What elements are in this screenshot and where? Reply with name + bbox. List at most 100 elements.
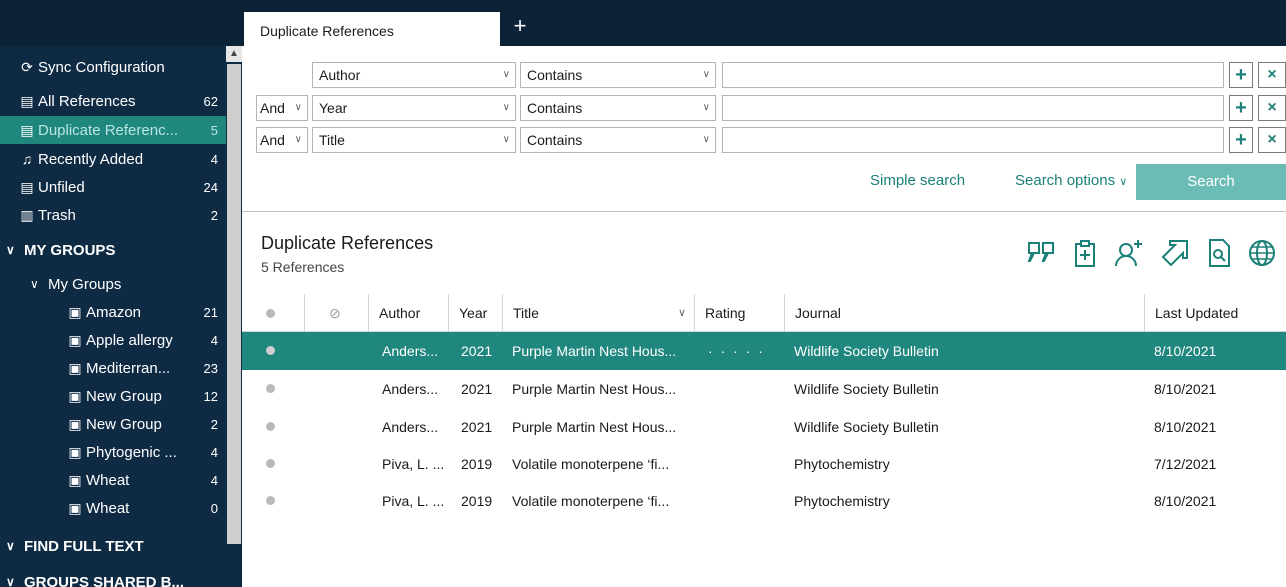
cell-title: Purple Martin Nest Hous... — [512, 381, 677, 397]
read-status-column-icon[interactable] — [266, 309, 275, 318]
remove-row-button[interactable]: × — [1258, 95, 1286, 121]
sidebar-item-duplicate-references[interactable]: ▤ Duplicate Referenc... 5 — [0, 116, 226, 144]
search-operator-value: Contains — [527, 100, 583, 116]
add-row-button[interactable]: + — [1229, 62, 1253, 88]
sidebar-item-recently-added[interactable]: ♫ Recently Added 4 — [0, 145, 226, 173]
smart-group-icon: ▣ — [68, 471, 82, 488]
table-row[interactable]: Anders... 2021 Purple Martin Nest Hous..… — [242, 370, 1286, 408]
search-operator-select[interactable]: Contains ∨ — [520, 95, 716, 121]
globe-icon[interactable] — [1246, 237, 1278, 269]
search-value-input[interactable] — [722, 95, 1224, 121]
search-operator-select[interactable]: Contains ∨ — [520, 62, 716, 88]
cell-rating[interactable] — [708, 482, 788, 520]
tab-duplicate-references[interactable]: Duplicate References — [244, 12, 500, 46]
sidebar-item-sync[interactable]: ⟳ Sync Configuration — [0, 53, 226, 81]
sidebar-scrollbar[interactable]: ▲ — [226, 46, 242, 587]
search-operator-select[interactable]: Contains ∨ — [520, 127, 716, 153]
column-header-last-updated[interactable]: Last Updated — [1144, 294, 1286, 332]
search-value-input[interactable] — [722, 62, 1224, 88]
search-field-select[interactable]: Title ∨ — [312, 127, 516, 153]
share-user-icon[interactable] — [1113, 237, 1145, 269]
sidebar-group-item[interactable]: ▣ Wheat 0 — [0, 494, 226, 522]
cell-year: 2019 — [461, 493, 493, 509]
search-button[interactable]: Search — [1136, 164, 1286, 200]
cell-rating[interactable]: · · · · · — [708, 332, 788, 370]
sidebar-group-item[interactable]: ▣ Apple allergy 4 — [0, 326, 226, 354]
insert-citation-icon[interactable] — [1025, 237, 1057, 269]
search-options-link[interactable]: Search options ∨ — [1015, 172, 1127, 189]
library-icon: ▤ — [20, 92, 34, 109]
sidebar-item-label: Unfiled — [38, 178, 85, 196]
sidebar-item-my-groups[interactable]: ∨ My Groups — [0, 270, 226, 298]
search-field-select[interactable]: Author ∨ — [312, 62, 516, 88]
search-conjunction-select[interactable]: And ∨ — [256, 127, 308, 153]
search-conjunction-value: And — [260, 132, 285, 148]
sidebar-header-my-groups[interactable]: ∨ MY GROUPS — [0, 236, 226, 264]
remove-row-button[interactable]: × — [1258, 62, 1286, 88]
sidebar-group-item[interactable]: ▣ Phytogenic ... 4 — [0, 438, 226, 466]
sidebar-group-item[interactable]: ▣ Mediterran... 23 — [0, 354, 226, 382]
cell-rating[interactable] — [708, 445, 788, 483]
group-icon: ▣ — [68, 359, 82, 376]
sidebar-header-find-full-text[interactable]: ∨ FIND FULL TEXT — [0, 532, 226, 560]
sidebar-item-count: 2 — [210, 207, 218, 223]
sidebar-header-groups-shared[interactable]: ∨ GROUPS SHARED B... — [0, 568, 226, 587]
cell-rating[interactable] — [708, 370, 788, 408]
group-icon: ▣ — [68, 443, 82, 460]
search-row: And ∨ Year ∨ Contains ∨ + × — [242, 95, 1286, 123]
column-header-title[interactable]: Title ∨ — [502, 294, 694, 332]
sidebar-item-trash[interactable]: ▥ Trash 2 — [0, 201, 226, 229]
add-row-button[interactable]: + — [1229, 95, 1253, 121]
column-header-year[interactable]: Year — [448, 294, 502, 332]
sidebar-item-count: 0 — [210, 500, 218, 516]
column-header-title-label: Title — [513, 305, 539, 321]
column-header-rating[interactable]: Rating — [694, 294, 784, 332]
table-row[interactable]: Piva, L. ... 2019 Volatile monoterpene ‘… — [242, 445, 1286, 483]
chevron-down-icon: ∨ — [702, 102, 710, 113]
table-row[interactable]: Anders... 2021 Purple Martin Nest Hous..… — [242, 332, 1286, 370]
search-conjunction-value: And — [260, 100, 285, 116]
chevron-down-icon: ∨ — [6, 243, 15, 257]
column-header-author[interactable]: Author — [368, 294, 448, 332]
add-to-group-icon[interactable] — [1069, 237, 1101, 269]
cell-journal: Wildlife Society Bulletin — [794, 381, 939, 397]
remove-row-button[interactable]: × — [1258, 127, 1286, 153]
search-operator-value: Contains — [527, 67, 583, 83]
chevron-down-icon: ∨ — [502, 102, 510, 113]
scroll-up-arrow-icon[interactable]: ▲ — [226, 46, 242, 62]
add-row-button[interactable]: + — [1229, 127, 1253, 153]
sidebar-group-item[interactable]: ▣ Wheat 4 — [0, 466, 226, 494]
smart-group-icon: ▣ — [68, 499, 82, 516]
cell-title: Volatile monoterpene ‘fi... — [512, 456, 670, 472]
table-row[interactable]: Piva, L. ... 2019 Volatile monoterpene ‘… — [242, 482, 1286, 520]
attachment-column-header[interactable]: ⊘ — [304, 294, 368, 332]
search-value-input[interactable] — [722, 127, 1224, 153]
export-arrow-icon[interactable] — [1159, 237, 1191, 269]
sidebar-group-item[interactable]: ▣ New Group 12 — [0, 382, 226, 410]
chevron-down-icon: ∨ — [1119, 176, 1128, 188]
cell-rating[interactable] — [708, 408, 788, 446]
sidebar-group-item[interactable]: ▣ New Group 2 — [0, 410, 226, 438]
search-field-value: Year — [319, 100, 348, 116]
add-tab-button[interactable]: + — [510, 14, 530, 38]
find-pdf-icon[interactable] — [1203, 237, 1235, 269]
page-title: Duplicate References — [261, 233, 434, 253]
sidebar-item-count: 24 — [203, 179, 218, 195]
scrollbar-thumb[interactable] — [227, 64, 241, 544]
sidebar-header-label: MY GROUPS — [24, 241, 116, 259]
search-field-select[interactable]: Year ∨ — [312, 95, 516, 121]
sidebar-item-count: 5 — [210, 122, 218, 138]
sidebar-item-unfiled[interactable]: ▤ Unfiled 24 — [0, 173, 226, 201]
sidebar-group-item[interactable]: ▣ Amazon 21 — [0, 298, 226, 326]
cell-last-updated: 7/12/2021 — [1154, 456, 1217, 472]
simple-search-link[interactable]: Simple search — [870, 172, 965, 189]
table-row[interactable]: Anders... 2021 Purple Martin Nest Hous..… — [242, 408, 1286, 446]
search-conjunction-select[interactable]: And ∨ — [256, 95, 308, 121]
sidebar-item-all-references[interactable]: ▤ All References 62 — [0, 87, 226, 115]
group-icon: ▣ — [68, 387, 82, 404]
sidebar-item-label: Mediterran... — [86, 359, 171, 377]
sidebar-header-label: GROUPS SHARED B... — [24, 573, 185, 587]
search-row: Author ∨ Contains ∨ + × — [242, 62, 1286, 90]
group-icon: ▣ — [68, 415, 82, 432]
column-header-journal[interactable]: Journal — [784, 294, 1144, 332]
